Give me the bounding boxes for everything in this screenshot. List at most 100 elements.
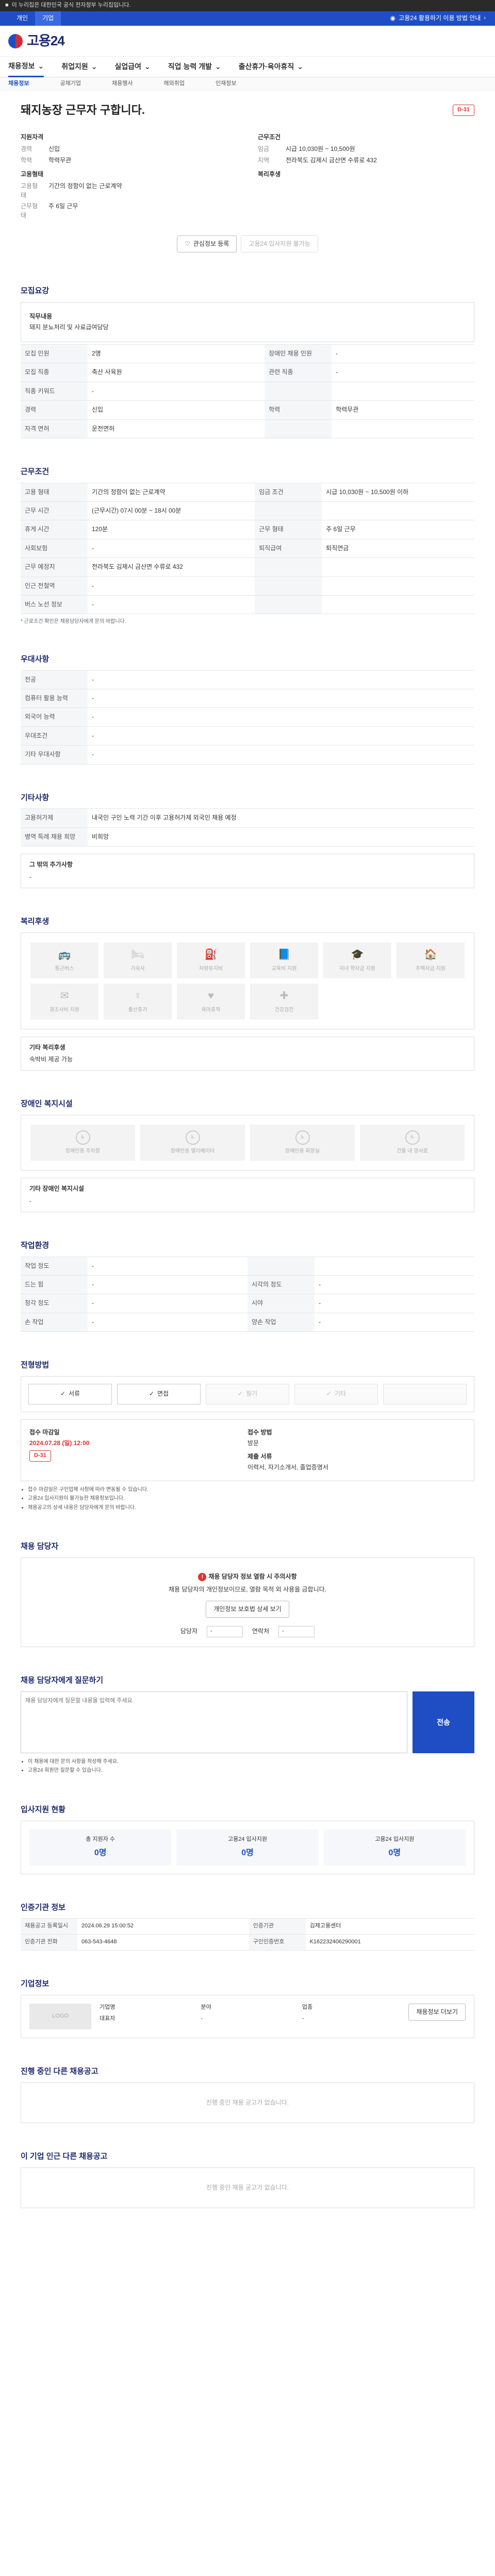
doc-label: 제출 서류 [248, 1452, 272, 1460]
add-interest-button[interactable]: ♡ 관심정보 등록 [177, 235, 237, 253]
company-field: 업종 [302, 2004, 313, 2010]
conditions-table: 고용 형태 기간의 정함이 없는 근로계약 임금 조건 시급 10,030원 ~ 10… [21, 482, 474, 615]
inquiry-textarea[interactable] [21, 1691, 407, 1753]
tab-company[interactable]: 기업 [35, 11, 61, 26]
manager-msg: 채용 담당자의 개인정보이므로, 열람 목적 외 사용을 금합니다. [168, 1586, 326, 1594]
method-label: 면접 [157, 1390, 169, 1398]
table-cell: 신입 [88, 400, 265, 420]
method-written: ✓ 필기 [206, 1384, 289, 1405]
nav-employment-support[interactable]: 취업지원 ⌄ [61, 61, 97, 72]
table-cell: K162232406290001 [305, 1934, 474, 1951]
job-summary: 돼지농장 근무자 구합니다. D-31 지원자격 경력 신입 학력 학력무관 고용형태… [10, 91, 485, 267]
table-row: 병역 특례 채용 희망 비희망 [21, 827, 474, 847]
nav-label: 취업지원 [61, 62, 88, 71]
send-button[interactable]: 전송 [412, 1691, 474, 1753]
nav-label: 출산휴가·육아휴직 [238, 62, 294, 71]
empty-state: 진행 중인 채용 공고가 없습니다. [21, 2167, 474, 2209]
stat-value: 0명 [241, 1848, 254, 1857]
table-header-cell: 양손 작업 [248, 1312, 315, 1332]
section-title: 우대사항 [21, 654, 50, 664]
table-header-cell: 휴게 시간 [21, 520, 88, 539]
welfare-label: 교육비 지원 [271, 965, 297, 972]
welfare-label: 차량유지비 [199, 965, 223, 972]
table-header-cell [255, 576, 322, 596]
wheelchair-icon: ♿ [405, 1130, 420, 1145]
gov-notice-text: 이 누리집은 대한민국 공식 전자정부 누리집입니다. [11, 2, 131, 9]
agency-table: 채용공고 등록일시 2024.06.29 15:00:52 인증기관 김제고용센터 인증… [21, 1918, 474, 1951]
table-header-cell: 인증기관 [249, 1918, 306, 1935]
subnav-talent[interactable]: 인재정보 [216, 80, 236, 88]
section-title: 기업정보 [21, 1979, 50, 1989]
table-header-cell: 작업 정도 [21, 1256, 88, 1276]
panel-title: 그 밖의 추가사항 [29, 861, 73, 869]
inquiry-notes: 이 채용에 대한 문의 사항을 작성해 주세요.고용24 회원만 질문할 수 있… [21, 1758, 474, 1775]
section-title: 모집요강 [21, 286, 50, 296]
field-value: 전라북도 김제시 금산면 수류로 432 [286, 156, 377, 164]
extra-panel: 그 밖의 추가사항 - [21, 854, 474, 888]
site-logo[interactable]: 고용24 [8, 31, 65, 51]
section-label: 지원자격 [21, 133, 44, 141]
nav-unemployment[interactable]: 실업급여 ⌄ [115, 61, 151, 72]
table-cell [322, 557, 474, 577]
table-header-cell: 퇴직급여 [255, 538, 322, 558]
table-cell: - [315, 1312, 474, 1332]
tab-personal[interactable]: 개인 [9, 11, 35, 26]
privacy-detail-button[interactable]: 개인정보 보호법 상세 보기 [206, 1600, 289, 1618]
method-section: 전형방법 ✓ 서류 ✓ 면접 ✓ 필기 ✓ 기타 접수 마감일 2024.07.28 (일… [10, 1341, 485, 1522]
welfare-icon: ♥ [208, 990, 214, 1002]
company-section: 기업정보 LOGO 기업명 분야 업종 대표자 - - 채용정보 더보기 [10, 1960, 485, 2047]
method-interview: ✓ 면접 [117, 1384, 201, 1405]
table-cell: - [332, 344, 474, 364]
table-cell: 120분 [88, 520, 255, 539]
wheelchair-icon: ♿ [185, 1130, 200, 1145]
nav-parental-leave[interactable]: 출산휴가·육아휴직 ⌄ [239, 61, 303, 72]
table-cell: - [332, 363, 474, 382]
method-etc: ✓ 기타 [294, 1384, 378, 1405]
related-section: 진행 중인 다른 채용공고 진행 중인 채용 공고가 없습니다. [10, 2047, 485, 2132]
table-row: 사회보험 - 퇴직급여 퇴직연금 [21, 538, 474, 558]
subnav-overseas[interactable]: 해외취업 [163, 80, 184, 88]
etc-section: 기타사항 고용허가제 내국인 구인 노력 기간 이후 고용허가제 외국인 채용 예… [10, 774, 485, 897]
manager-section: 채용 담당자 ! 채용 담당자 정보 열람 시 주의사항 채용 담당자의 개인정보… [10, 1522, 485, 1656]
apply-button[interactable]: 고용24 입사지원 불가능 [241, 235, 318, 253]
table-row: 기타 우대사항 - [21, 745, 474, 765]
nav-training[interactable]: 직업 능력 개발 ⌄ [168, 61, 221, 72]
table-header-cell: 고용허가제 [21, 808, 88, 828]
method-notes: 접수 마감일은 구인업체 사정에 따라 변동될 수 있습니다. 고용24 입사지… [21, 1486, 474, 1512]
method-label: 필기 [245, 1390, 258, 1398]
section-label: 복리후생 [258, 171, 281, 178]
table-header-cell [255, 557, 322, 577]
table-row: 자격 면허 운전면허 [21, 419, 474, 438]
page-title: 돼지농장 근무자 구합니다. [21, 104, 145, 116]
guide-link[interactable]: ◉ 고용24 활용하기 이용 방법 안내 › [390, 14, 486, 23]
subnav-events[interactable]: 채용행사 [112, 80, 133, 88]
disability-grid: ♿ 장애인용 주차장 ♿ 장애인용 엘리베이터 ♿ 장애인용 화장실 ♿ 건물 내 경사로 [21, 1115, 474, 1171]
method-label: 접수 방법 [248, 1429, 272, 1436]
nav-jobs[interactable]: 채용정보 ⌄ [8, 57, 44, 77]
company-field: 기업명 [100, 2004, 116, 2010]
table-header-cell [255, 501, 322, 521]
table-row: 고용허가제 내국인 구인 노력 기간 이후 고용허가제 외국인 채용 예정 [21, 808, 474, 828]
table-cell [332, 381, 474, 401]
welfare-item: 📘 교육비 지원 [250, 942, 318, 978]
welfare-item: 🛏 기숙사 [104, 942, 172, 978]
table-row: 드는 힘 - 시각의 정도 - [21, 1275, 474, 1295]
disability-extra-panel: 기타 장애인 복지시설 - [21, 1178, 474, 1212]
welfare-icon: ✉ [60, 990, 69, 1002]
table-cell: 시급 10,030원 ~ 10,500원 이하 [322, 482, 474, 502]
table-row: 버스 노선 정보 - [21, 595, 474, 615]
chevron-down-icon: ⌄ [91, 62, 97, 71]
table-cell: - [88, 745, 474, 765]
table-header-cell: 청각 정도 [21, 1294, 88, 1313]
field-value: 시급 10,030원 ~ 10,500원 [286, 145, 355, 153]
subnav-public[interactable]: 공채기업 [60, 80, 80, 88]
method-label: 서류 [68, 1390, 80, 1398]
company-more-button[interactable]: 채용정보 더보기 [408, 2003, 466, 2021]
panel-text: 돼지 분뇨처리 및 사료급여담당 [29, 323, 109, 331]
section-label: 고용형태 [21, 171, 44, 178]
table-header-cell: 외국어 능력 [21, 707, 88, 727]
table-row: 경력 신입 학력 학력무관 [21, 400, 474, 420]
status-section: 입사지원 현황 총 지원자 수 0명 고용24 입사지원 0명 고용24 입사지원 0… [10, 1786, 485, 1884]
table-cell [322, 501, 474, 521]
subnav-jobs[interactable]: 채용정보 [8, 80, 29, 88]
